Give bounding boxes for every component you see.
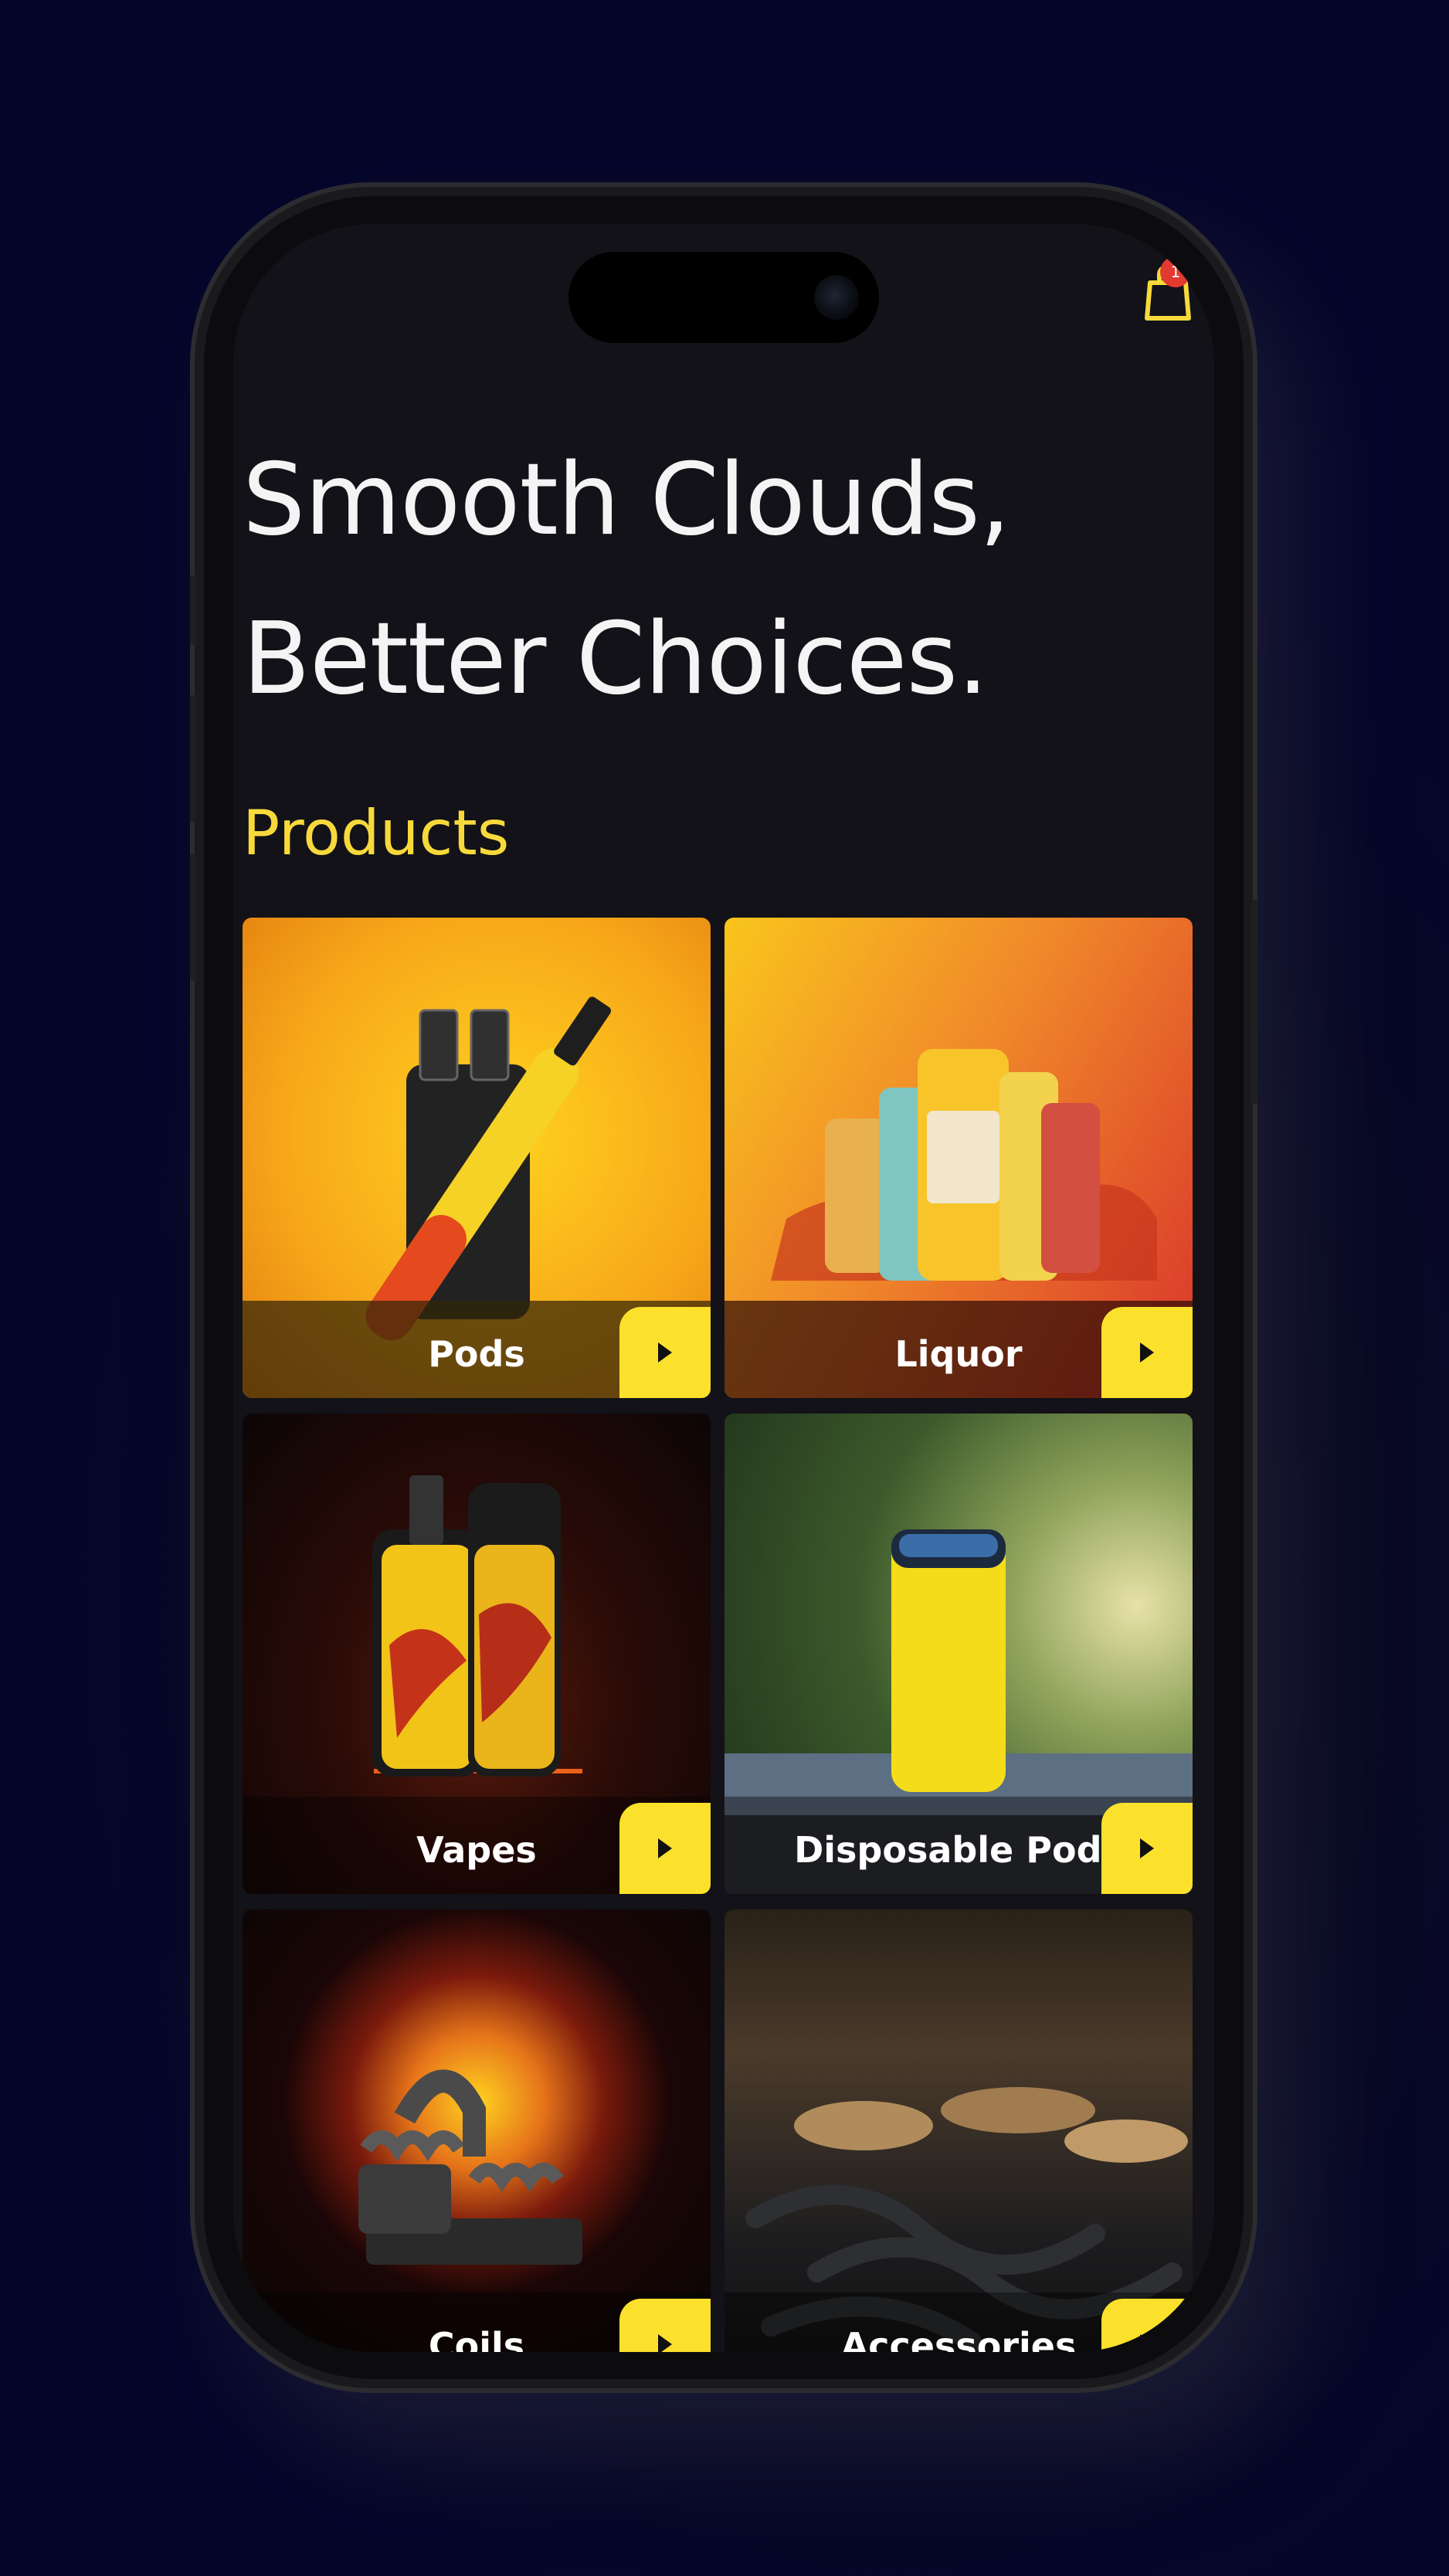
section-title: Products	[243, 797, 510, 869]
play-arrow-icon	[1140, 2334, 1154, 2352]
product-card-accessories[interactable]: Accessories	[724, 1909, 1193, 2352]
accessories-image	[724, 1909, 1193, 2352]
headline-line-2: Better Choices.	[243, 602, 989, 717]
dynamic-island	[568, 252, 879, 343]
camera-icon	[814, 275, 859, 320]
play-arrow-icon	[1140, 1342, 1154, 1363]
open-disposable-pods-button[interactable]	[1101, 1803, 1193, 1894]
product-card-pods[interactable]: Pods	[243, 918, 711, 1398]
product-card-disposable-pods[interactable]: Disposable Pods	[724, 1414, 1193, 1894]
product-card-vapes[interactable]: Vapes	[243, 1414, 711, 1894]
open-pods-button[interactable]	[619, 1307, 711, 1398]
open-vapes-button[interactable]	[619, 1803, 711, 1894]
power-button	[1251, 900, 1257, 1105]
open-liquor-button[interactable]	[1101, 1307, 1193, 1398]
page-headline: Smooth Clouds, Better Choices.	[243, 421, 1169, 739]
action-button	[190, 575, 196, 645]
headline-line-1: Smooth Clouds,	[243, 443, 1011, 558]
cart-badge: 1	[1160, 256, 1191, 287]
play-arrow-icon	[1140, 1838, 1154, 1858]
open-coils-button[interactable]	[619, 2299, 711, 2352]
product-card-coils[interactable]: Coils	[243, 1909, 711, 2352]
volume-down-button	[190, 854, 196, 981]
open-accessories-button[interactable]	[1101, 2299, 1193, 2352]
volume-up-button	[190, 695, 196, 823]
product-card-liquor[interactable]: Liquor	[724, 918, 1193, 1398]
play-arrow-icon	[658, 1342, 672, 1363]
coils-image	[243, 1909, 711, 2352]
play-arrow-icon	[658, 1838, 672, 1858]
app-screen: 1 Smooth Clouds, Better Choices. Product…	[233, 224, 1214, 2352]
play-arrow-icon	[658, 2334, 672, 2352]
